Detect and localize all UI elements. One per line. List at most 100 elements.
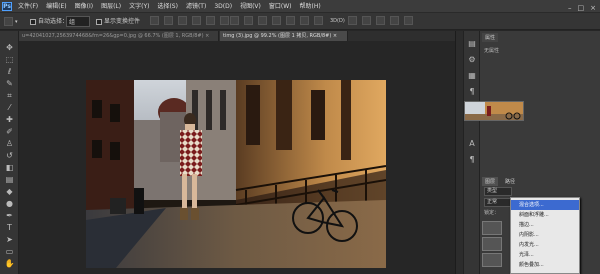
auto-select-value: 组 [69, 19, 76, 26]
character-panel-icon[interactable]: A [467, 139, 477, 149]
3d-roll-icon[interactable] [361, 16, 371, 25]
align-right-icon[interactable] [220, 16, 229, 25]
show-transform-checkbox[interactable] [96, 18, 102, 25]
panel-collapse-strip[interactable] [455, 31, 463, 274]
menu-blending-options[interactable]: 混合选项... [511, 200, 579, 210]
menu-window[interactable]: 窗口(W) [269, 0, 292, 13]
tools-panel: ✥ ⬚ ℓ ✎ ⌗ ⁄ ✚ ✐ ♙ ↺ ◧ ▤ ◆ ● ✒ T ➤ ▭ ✋ [0, 31, 19, 274]
lasso-tool-icon[interactable]: ℓ [4, 67, 15, 77]
blur-tool-icon[interactable]: ◆ [4, 187, 15, 197]
properties-empty-text: 无属性 [484, 48, 500, 54]
clone-stamp-tool-icon[interactable]: ♙ [4, 139, 15, 149]
3d-scale-icon[interactable] [403, 16, 413, 25]
brush-tool-icon[interactable]: ✐ [4, 127, 15, 137]
tab-document-2[interactable]: timg (3).jpg @ 99.2% (图层 1 拷贝, RGB/8#) × [220, 31, 348, 41]
street-photo [86, 80, 386, 268]
marquee-tool-icon[interactable]: ⬚ [4, 55, 15, 65]
align-hcenter-icon[interactable] [206, 16, 215, 25]
swatches-panel-icon[interactable]: ¶ [467, 87, 477, 97]
menu-image[interactable]: 图像(I) [75, 0, 93, 13]
auto-select-option[interactable]: 自动选择： [30, 16, 68, 27]
align-top-icon[interactable] [150, 16, 159, 25]
eraser-tool-icon[interactable]: ◧ [4, 163, 15, 173]
properties-panel-icon[interactable]: ⚙ [467, 55, 477, 65]
3d-mode-buttons: 3D(D) [330, 16, 415, 27]
move-tool-icon [4, 17, 13, 26]
layer-row[interactable] [482, 253, 502, 267]
layers-tab[interactable]: 图层 [482, 177, 499, 186]
pen-tool-icon[interactable]: ✒ [4, 211, 15, 221]
auto-select-label: 自动选择： [38, 18, 69, 25]
3d-mode-label: 3D(D) [330, 18, 345, 24]
healing-brush-tool-icon[interactable]: ✚ [4, 115, 15, 125]
layer-row[interactable] [482, 221, 502, 235]
thumbnail-image [465, 102, 523, 120]
align-bottom-icon[interactable] [178, 16, 187, 25]
crop-tool-icon[interactable]: ⌗ [4, 91, 15, 101]
menu-items: 文件(F) 编辑(E) 图像(I) 图层(L) 文字(Y) 选择(S) 滤镜(T… [18, 0, 321, 13]
auto-select-dropdown[interactable]: 组 [66, 16, 90, 27]
menu-filter[interactable]: 滤镜(T) [186, 0, 206, 13]
align-left-icon[interactable] [192, 16, 201, 25]
move-tool-icon[interactable]: ✥ [4, 43, 15, 53]
history-brush-tool-icon[interactable]: ↺ [4, 151, 15, 161]
gradient-tool-icon[interactable]: ▤ [4, 175, 15, 185]
menu-file[interactable]: 文件(F) [18, 0, 38, 13]
paths-tab[interactable]: 路径 [502, 177, 519, 186]
distribute-vcenter-icon[interactable] [244, 16, 253, 25]
shape-tool-icon[interactable]: ▭ [4, 247, 15, 257]
document-image [86, 80, 386, 268]
lock-label: 锁定： [484, 210, 500, 216]
properties-tab[interactable]: 属性 [482, 33, 499, 42]
3d-pan-icon[interactable] [375, 16, 385, 25]
menu-help[interactable]: 帮助(H) [300, 0, 321, 13]
tab-document-1[interactable]: u=42041027,2563974468&fm=26&gp=0.jpg @ 6… [19, 31, 219, 41]
move-tool-preset[interactable]: ▾ [4, 16, 18, 27]
type-tool-icon[interactable]: T [4, 223, 15, 233]
auto-select-checkbox[interactable] [30, 18, 36, 25]
menu-inner-glow[interactable]: 内发光... [511, 240, 579, 250]
show-transform-option[interactable]: 显示变换控件 [96, 16, 140, 27]
menu-3d[interactable]: 3D(D) [214, 0, 232, 13]
distribute-hcenter-icon[interactable] [286, 16, 295, 25]
layer-row[interactable] [482, 237, 502, 251]
menu-color-overlay[interactable]: 颜色叠加... [511, 260, 579, 270]
align-buttons [150, 16, 231, 27]
menu-inner-shadow[interactable]: 内阴影... [511, 230, 579, 240]
layer-style-context-menu: 混合选项... 斜面和浮雕... 描边... 内阴影... 内发光... 光泽.… [510, 197, 580, 274]
menu-satin[interactable]: 光泽... [511, 250, 579, 260]
history-panel-icon[interactable]: ▤ [467, 39, 477, 49]
distribute-left-icon[interactable] [272, 16, 281, 25]
menu-bevel-emboss[interactable]: 斜面和浮雕... [511, 210, 579, 220]
options-bar: ▾ 自动选择： 组 显示变换控件 3D(D) [0, 13, 600, 30]
3d-slide-icon[interactable] [389, 16, 399, 25]
menu-layer[interactable]: 图层(L) [101, 0, 121, 13]
dodge-tool-icon[interactable]: ● [4, 199, 15, 209]
paragraph-panel-icon[interactable]: ¶ [467, 155, 477, 165]
menu-bar: Ps 文件(F) 编辑(E) 图像(I) 图层(L) 文字(Y) 选择(S) 滤… [0, 0, 600, 13]
distribute-top-icon[interactable] [230, 16, 239, 25]
color-panel-icon[interactable]: ▦ [467, 71, 477, 81]
panel-dock: ▤ ⚙ ▦ ¶ A ¶ [463, 31, 479, 274]
distribute-buttons [230, 16, 325, 27]
eyedropper-tool-icon[interactable]: ⁄ [4, 103, 15, 113]
menu-edit[interactable]: 编辑(E) [46, 0, 66, 13]
path-select-tool-icon[interactable]: ➤ [4, 235, 15, 245]
3d-rotate-icon[interactable] [347, 16, 357, 25]
auto-align-icon[interactable] [314, 16, 323, 25]
quick-select-tool-icon[interactable]: ✎ [4, 79, 15, 89]
menu-type[interactable]: 文字(Y) [129, 0, 149, 13]
document-tabs: u=42041027,2563974468&fm=26&gp=0.jpg @ 6… [19, 31, 455, 41]
hand-tool-icon[interactable]: ✋ [4, 259, 15, 269]
align-vcenter-icon[interactable] [164, 16, 173, 25]
menu-view[interactable]: 视图(V) [240, 0, 261, 13]
distribute-bottom-icon[interactable] [258, 16, 267, 25]
layer-kind-label: 类型 [487, 188, 498, 194]
blend-mode-label: 正常 [487, 199, 498, 205]
menu-select[interactable]: 选择(S) [157, 0, 178, 13]
show-transform-label: 显示变换控件 [104, 18, 141, 25]
layer-kind-filter[interactable]: 类型 [484, 187, 512, 196]
properties-thumbnail [464, 101, 524, 121]
menu-stroke[interactable]: 描边... [511, 220, 579, 230]
distribute-right-icon[interactable] [300, 16, 309, 25]
